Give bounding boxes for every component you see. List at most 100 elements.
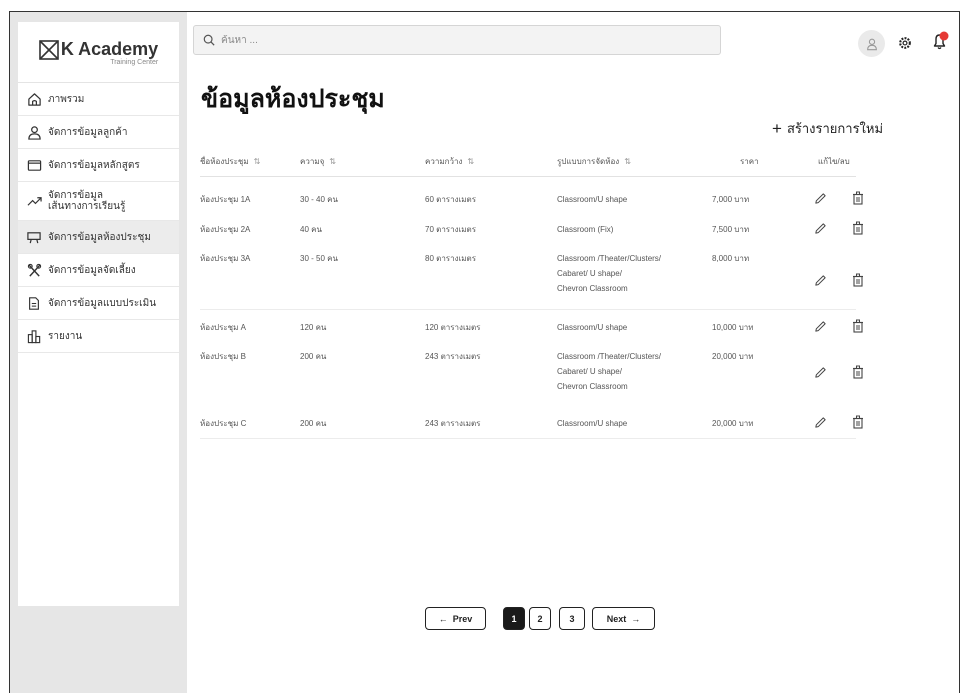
page-title: ข้อมูลห้องประชุม — [201, 85, 385, 113]
search-icon — [203, 34, 215, 46]
cell-layout: Classroom /Theater/Clusters/ Cabaret/ U … — [557, 352, 662, 391]
cell-price: 20,000 บาท — [712, 419, 754, 428]
utensils-icon — [26, 262, 42, 278]
gear-icon[interactable] — [898, 36, 912, 50]
header-capacity[interactable]: ความจุ ⇅ — [300, 148, 336, 176]
sidebar: K Academy Training Center ภาพรวม จัดการข… — [10, 12, 187, 693]
edit-icon[interactable] — [814, 222, 827, 240]
sidebar-item-learning-paths[interactable]: จัดการข้อมูล เส้นทางการเรียนรู้ — [18, 182, 179, 221]
user-icon — [26, 124, 42, 140]
cell-layout: Classroom (Fix) — [557, 225, 614, 234]
delete-icon[interactable] — [852, 273, 864, 292]
sidebar-item-label-line2: เส้นทางการเรียนรู้ — [48, 201, 126, 212]
sidebar-item-customers[interactable]: จัดการข้อมูลลูกค้า — [18, 116, 179, 149]
header-layout[interactable]: รูปแบบการจัดห้อง ⇅ — [557, 148, 631, 176]
table-row: ห้องประชุม 1A 30 - 40 คน 60 ตารางเมตร Cl… — [200, 191, 863, 214]
delete-icon[interactable] — [852, 319, 864, 338]
cell-price: 20,000 บาท — [712, 352, 754, 361]
edit-icon[interactable] — [814, 366, 827, 384]
cell-name: ห้องประชุม A — [200, 323, 246, 332]
table-row: ห้องประชุม A 120 คน 120 ตารางเมตร Classr… — [200, 319, 863, 342]
table-row: ห้องประชุม C 200 คน 243 ตารางเมตร Classr… — [200, 415, 863, 439]
edit-icon[interactable] — [814, 320, 827, 338]
sidebar-item-overview[interactable]: ภาพรวม — [18, 83, 179, 116]
meeting-table-icon — [26, 229, 42, 245]
cell-capacity: 200 คน — [300, 419, 327, 428]
header-price: ราคา — [740, 157, 759, 166]
table-row: ห้องประชุม 3A 30 - 50 คน 80 ตารางเมตร Cl… — [200, 251, 863, 310]
delete-icon[interactable] — [852, 191, 864, 210]
header-width[interactable]: ความกว้าง ⇅ — [425, 148, 474, 176]
sidebar-item-courses[interactable]: จัดการข้อมูลหลักสูตร — [18, 149, 179, 182]
cell-layout: Classroom/U shape — [557, 323, 628, 332]
document-icon — [26, 295, 42, 311]
search-bar[interactable] — [193, 25, 721, 55]
delete-icon[interactable] — [852, 221, 864, 240]
notification-badge — [939, 31, 949, 41]
create-new-label: สร้างรายการใหม่ — [786, 121, 884, 136]
cell-name: ห้องประชุม C — [200, 419, 247, 428]
delete-icon[interactable] — [852, 415, 864, 434]
arrow-left-icon: ← — [438, 613, 448, 624]
cell-width: 60 ตารางเมตร — [425, 195, 477, 204]
sidebar-item-label: จัดการข้อมูลหลักสูตร — [48, 159, 140, 171]
sort-icon[interactable]: ⇅ — [254, 148, 261, 176]
sidebar-item-label: รายงาน — [48, 330, 83, 342]
sidebar-item-label-line1: จัดการข้อมูล — [48, 190, 103, 201]
next-page-button[interactable]: Next → — [592, 607, 655, 630]
cell-capacity: 30 - 40 คน — [300, 195, 338, 204]
sidebar-panel: K Academy Training Center ภาพรวม จัดการข… — [18, 22, 179, 606]
avatar[interactable] — [858, 30, 885, 57]
cell-name: ห้องประชุม 1A — [200, 195, 251, 204]
sidebar-item-label: ภาพรวม — [48, 93, 85, 105]
header-actions: แก้ไข/ลบ — [818, 157, 850, 166]
sidebar-item-label: จัดการข้อมูลห้องประชุม — [48, 231, 151, 243]
cell-layout: Classroom/U shape — [557, 195, 628, 204]
cell-capacity: 40 คน — [300, 225, 322, 234]
cell-width: 70 ตารางเมตร — [425, 225, 477, 234]
delete-icon[interactable] — [852, 365, 864, 384]
sidebar-item-reports[interactable]: รายงาน — [18, 320, 179, 353]
cell-name: ห้องประชุม 2A — [200, 225, 251, 234]
edit-icon[interactable] — [814, 192, 827, 210]
page-button-1[interactable]: 1 — [503, 607, 525, 630]
logo[interactable]: K Academy Training Center — [18, 22, 179, 83]
page-button-2[interactable]: 2 — [529, 607, 551, 630]
sidebar-item-label: จัดการข้อมูลจัดเลี้ยง — [48, 264, 136, 276]
sort-icon[interactable]: ⇅ — [329, 148, 336, 176]
cell-width: 243 ตารางเมตร — [425, 419, 481, 428]
home-icon — [26, 91, 42, 107]
cell-capacity: 120 คน — [300, 323, 327, 332]
trend-icon — [26, 193, 42, 209]
bell-icon[interactable] — [930, 31, 950, 53]
create-new-button[interactable]: + สร้างรายการใหม่ — [772, 118, 883, 139]
brand-title: K Academy — [60, 39, 159, 59]
cell-name: ห้องประชุม B — [200, 352, 246, 361]
cell-capacity: 200 คน — [300, 352, 327, 361]
header-divider — [200, 176, 856, 177]
cell-price: 10,000 บาท — [712, 323, 754, 332]
sort-icon[interactable]: ⇅ — [467, 148, 474, 176]
sidebar-item-label: จัดการข้อมูลแบบประเมิน — [48, 297, 157, 309]
plus-icon: + — [772, 118, 782, 138]
user-avatar-icon — [866, 38, 877, 50]
cell-price: 8,000 บาท — [712, 254, 750, 263]
search-input[interactable] — [221, 34, 701, 46]
logo-mark-icon — [39, 40, 59, 60]
sidebar-item-label: จัดการข้อมูลลูกค้า — [48, 126, 128, 138]
bar-chart-icon — [26, 328, 42, 344]
table-row: ห้องประชุม B 200 คน 243 ตารางเมตร Classr… — [200, 349, 863, 409]
cell-width: 80 ตารางเมตร — [425, 254, 477, 263]
cell-layout: Classroom /Theater/Clusters/ Cabaret/ U … — [557, 254, 662, 293]
cell-name: ห้องประชุม 3A — [200, 254, 251, 263]
sort-icon[interactable]: ⇅ — [624, 148, 631, 176]
sidebar-item-meeting-rooms[interactable]: จัดการข้อมูลห้องประชุม — [18, 221, 179, 254]
prev-page-button[interactable]: ← Prev — [425, 607, 486, 630]
cell-price: 7,000 บาท — [712, 195, 750, 204]
edit-icon[interactable] — [814, 274, 827, 292]
page-button-3[interactable]: 3 — [559, 607, 585, 630]
header-name[interactable]: ชื่อห้องประชุม ⇅ — [200, 148, 260, 176]
edit-icon[interactable] — [814, 416, 827, 434]
sidebar-item-catering[interactable]: จัดการข้อมูลจัดเลี้ยง — [18, 254, 179, 287]
sidebar-item-evaluation[interactable]: จัดการข้อมูลแบบประเมิน — [18, 287, 179, 320]
